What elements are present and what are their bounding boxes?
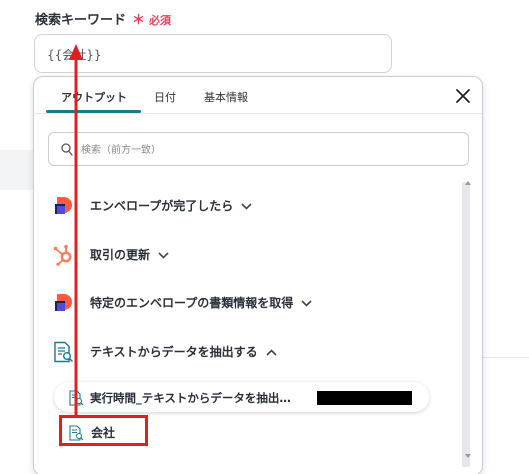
group-label-text: テキストからデータを抽出する: [90, 345, 258, 359]
keyword-input[interactable]: {{会社}}: [34, 34, 392, 73]
hubspot-icon: [53, 244, 72, 266]
scroll-down-arrow-icon[interactable]: [465, 454, 471, 458]
docusign-icon: [55, 197, 72, 214]
tab-output[interactable]: アウトプット: [61, 89, 127, 105]
search-icon: [61, 143, 73, 156]
tab-date[interactable]: 日付: [154, 89, 176, 105]
group-label: 特定のエンベロープの書類情報を取得: [90, 294, 312, 311]
close-button[interactable]: [454, 87, 472, 105]
document-search-icon: [54, 341, 74, 363]
group-label-text: エンベロープが完了したら: [90, 199, 234, 213]
field-label-text: 検索キーワード: [35, 13, 127, 28]
group-label: テキストからデータを抽出する: [90, 343, 277, 360]
tab-basic-info[interactable]: 基本情報: [204, 89, 248, 105]
document-search-icon: [69, 390, 84, 406]
group-label-text: 特定のエンベロープの書類情報を取得: [90, 296, 294, 310]
group-deal-updated[interactable]: 取引の更新: [48, 239, 438, 269]
search-box[interactable]: [48, 132, 469, 166]
background-shade: [0, 150, 34, 190]
chevron-down-icon: [301, 300, 312, 307]
group-envelope-completed[interactable]: エンベロープが完了したら: [48, 190, 438, 220]
redacted-value: [317, 391, 412, 405]
group-label: 取引の更新: [90, 246, 169, 263]
group-label-text: 取引の更新: [90, 248, 151, 262]
output-chip-label: 実行時間_テキストからデータを抽出…: [90, 391, 291, 405]
required-badge: 必須: [149, 14, 172, 27]
chevron-down-icon: [158, 252, 169, 259]
output-item-label: 会社: [91, 426, 116, 440]
group-label: エンベロープが完了したら: [90, 197, 252, 214]
close-icon: [456, 89, 470, 103]
scrollbar-thumb[interactable]: [462, 182, 470, 467]
chevron-up-icon: [266, 349, 277, 356]
required-star: ＊: [132, 13, 146, 28]
scrollbar[interactable]: [462, 182, 470, 467]
output-chip-execution-time[interactable]: 実行時間_テキストからデータを抽出…: [54, 382, 429, 412]
docusign-icon: [55, 294, 72, 311]
tab-bar: アウトプット 日付 基本情報: [34, 77, 482, 114]
background-divider: [483, 357, 529, 358]
output-item-company[interactable]: 会社: [59, 415, 148, 446]
field-label: 検索キーワード ＊必須: [35, 9, 171, 28]
search-input[interactable]: [81, 140, 451, 160]
scroll-up-arrow-icon[interactable]: [465, 181, 471, 185]
output-picker-panel: アウトプット 日付 基本情報 エンベロープが完了したら: [33, 76, 483, 474]
chevron-down-icon: [241, 203, 252, 210]
tab-divider: [34, 113, 482, 114]
group-envelope-document-info[interactable]: 特定のエンベロープの書類情報を取得: [48, 287, 438, 317]
group-extract-text-data[interactable]: テキストからデータを抽出する: [48, 336, 438, 366]
keyword-input-value: {{会社}}: [47, 48, 102, 62]
document-search-icon: [69, 425, 84, 441]
